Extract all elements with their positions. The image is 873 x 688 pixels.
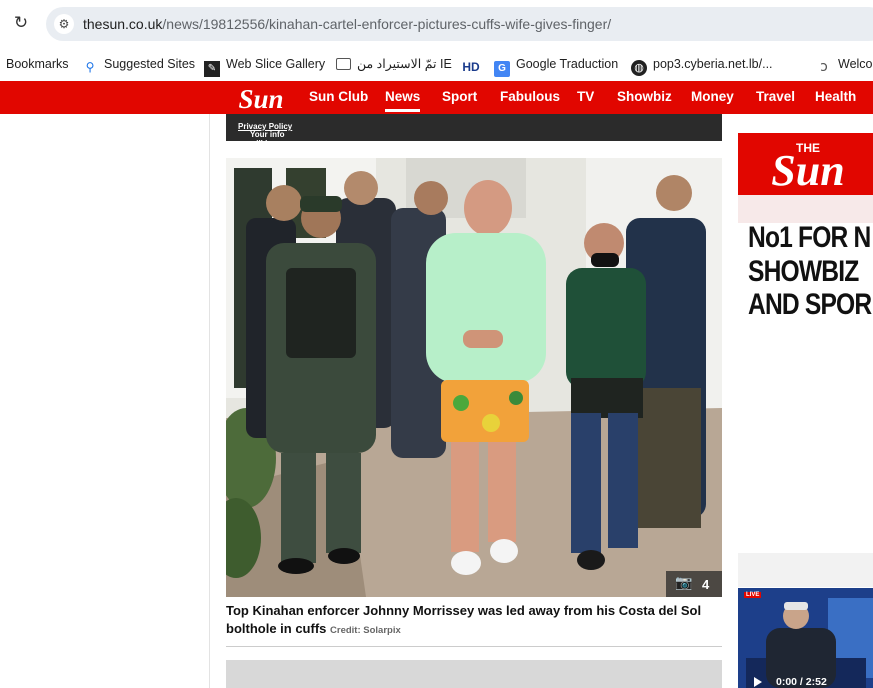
next-image-card[interactable] xyxy=(226,660,722,688)
site-nav: Sun Sun Club News Sport Fabulous TV Show… xyxy=(0,81,873,114)
sidebar-ad[interactable]: THE Sun No1 FOR N SHOWBIZ AND SPOR xyxy=(738,133,873,332)
nav-item-news[interactable]: News xyxy=(385,89,421,112)
live-badge: LIVE xyxy=(744,592,762,598)
ad-placeholder xyxy=(738,553,873,587)
the-sun-logo[interactable]: Sun xyxy=(226,83,296,112)
column-divider xyxy=(209,114,210,688)
bookmark-label: Suggested Sites xyxy=(104,57,196,71)
reload-icon[interactable]: ↻ xyxy=(11,13,31,33)
video-player[interactable]: LIVE 0:00 / 2:52 xyxy=(738,588,873,688)
bookmark-label: pop3.cyberia.net.lb/... xyxy=(653,57,773,71)
nav-item-travel[interactable]: Travel xyxy=(756,89,795,104)
ad-logo-text: Sun xyxy=(771,146,844,195)
bookmark-label: Bookmarks xyxy=(6,57,69,71)
hd-icon: HD xyxy=(462,60,480,74)
folder-icon xyxy=(336,58,351,70)
bookmark-suggested-sites[interactable]: ⚲ Suggested Sites xyxy=(82,54,195,74)
newsletter-info-strip: Your info will be used in accordance wit… xyxy=(226,114,722,175)
globe-icon: ◍ xyxy=(631,60,647,76)
bookmark-label: تمّ الاستيراد من IE xyxy=(357,57,452,71)
hook-icon: ↄ xyxy=(820,59,828,75)
nav-item-sun-club[interactable]: Sun Club xyxy=(309,89,368,104)
video-frame xyxy=(738,588,873,688)
web-slice-icon: ✎ xyxy=(204,61,220,77)
ad-line-2: SHOWBIZ xyxy=(748,255,859,288)
article-photo[interactable] xyxy=(226,158,722,597)
url-host: thesun.co.uk xyxy=(83,16,163,32)
url-box[interactable]: ⚙ thesun.co.uk/news/19812556/kinahan-car… xyxy=(46,7,873,41)
bookmark-label: Google Traduction xyxy=(516,57,619,71)
camera-icon: 📷 xyxy=(675,575,693,591)
bookmark-web-slice-gallery[interactable]: ✎ Web Slice Gallery xyxy=(204,54,326,77)
nav-item-showbiz[interactable]: Showbiz xyxy=(617,89,672,104)
ad-line-3: AND SPOR xyxy=(748,288,872,321)
nav-item-sport[interactable]: Sport xyxy=(442,89,477,104)
play-icon[interactable] xyxy=(754,677,762,687)
nav-item-health[interactable]: Health xyxy=(815,89,856,104)
video-time: 0:00 / 2:52 xyxy=(776,676,827,688)
gallery-count-badge[interactable]: 📷 4 xyxy=(666,571,722,597)
address-bar-area: ↻ ⚙ thesun.co.uk/news/19812556/kinahan-c… xyxy=(0,0,873,46)
gallery-count: 4 xyxy=(702,577,710,592)
ad-sun-logo: THE Sun xyxy=(738,141,873,223)
info-text: Your info will be used in accordance wit… xyxy=(238,122,294,175)
photo-credit: Credit: Solarpix xyxy=(330,625,401,636)
nav-item-tv[interactable]: TV xyxy=(577,89,594,104)
ad-logo-banner: THE Sun xyxy=(738,133,873,223)
bookmarks-bar: Bookmarks ⚲ Suggested Sites ✎ Web Slice Ga… xyxy=(0,46,873,81)
caption-text: Top Kinahan enforcer Johnny Morrissey wa… xyxy=(226,603,702,636)
search-icon: ⚲ xyxy=(85,60,95,74)
bookmark-google-traduction[interactable]: G Google Traduction xyxy=(494,54,619,77)
nav-item-fabulous[interactable]: Fabulous xyxy=(500,89,560,104)
logo-text: Sun xyxy=(238,84,283,112)
bookmark-hd[interactable]: HD xyxy=(462,54,486,74)
bookmark-welcome[interactable]: ↄ Welco xyxy=(816,54,873,75)
bookmark-bookmarks[interactable]: Bookmarks xyxy=(6,54,69,74)
url-text[interactable]: thesun.co.uk/news/19812556/kinahan-carte… xyxy=(83,16,611,32)
photo-caption: Top Kinahan enforcer Johnny Morrissey wa… xyxy=(226,602,722,640)
arrest-photo-illustration xyxy=(226,158,722,597)
nav-item-money[interactable]: Money xyxy=(691,89,734,104)
url-path: /news/19812556/kinahan-cartel-enforcer-p… xyxy=(162,16,612,32)
bookmark-label: Welco xyxy=(838,57,873,71)
bookmark-ie-import-folder[interactable]: تمّ الاستيراد من IE xyxy=(336,54,452,74)
bookmark-label: Web Slice Gallery xyxy=(226,57,326,71)
ad-line-1: No1 FOR N xyxy=(748,221,871,254)
google-translate-icon: G xyxy=(494,61,510,77)
bookmark-pop3-cyberia[interactable]: ◍ pop3.cyberia.net.lb/... xyxy=(631,54,773,76)
caption-divider xyxy=(226,646,722,647)
site-info-icon[interactable]: ⚙ xyxy=(54,14,74,34)
